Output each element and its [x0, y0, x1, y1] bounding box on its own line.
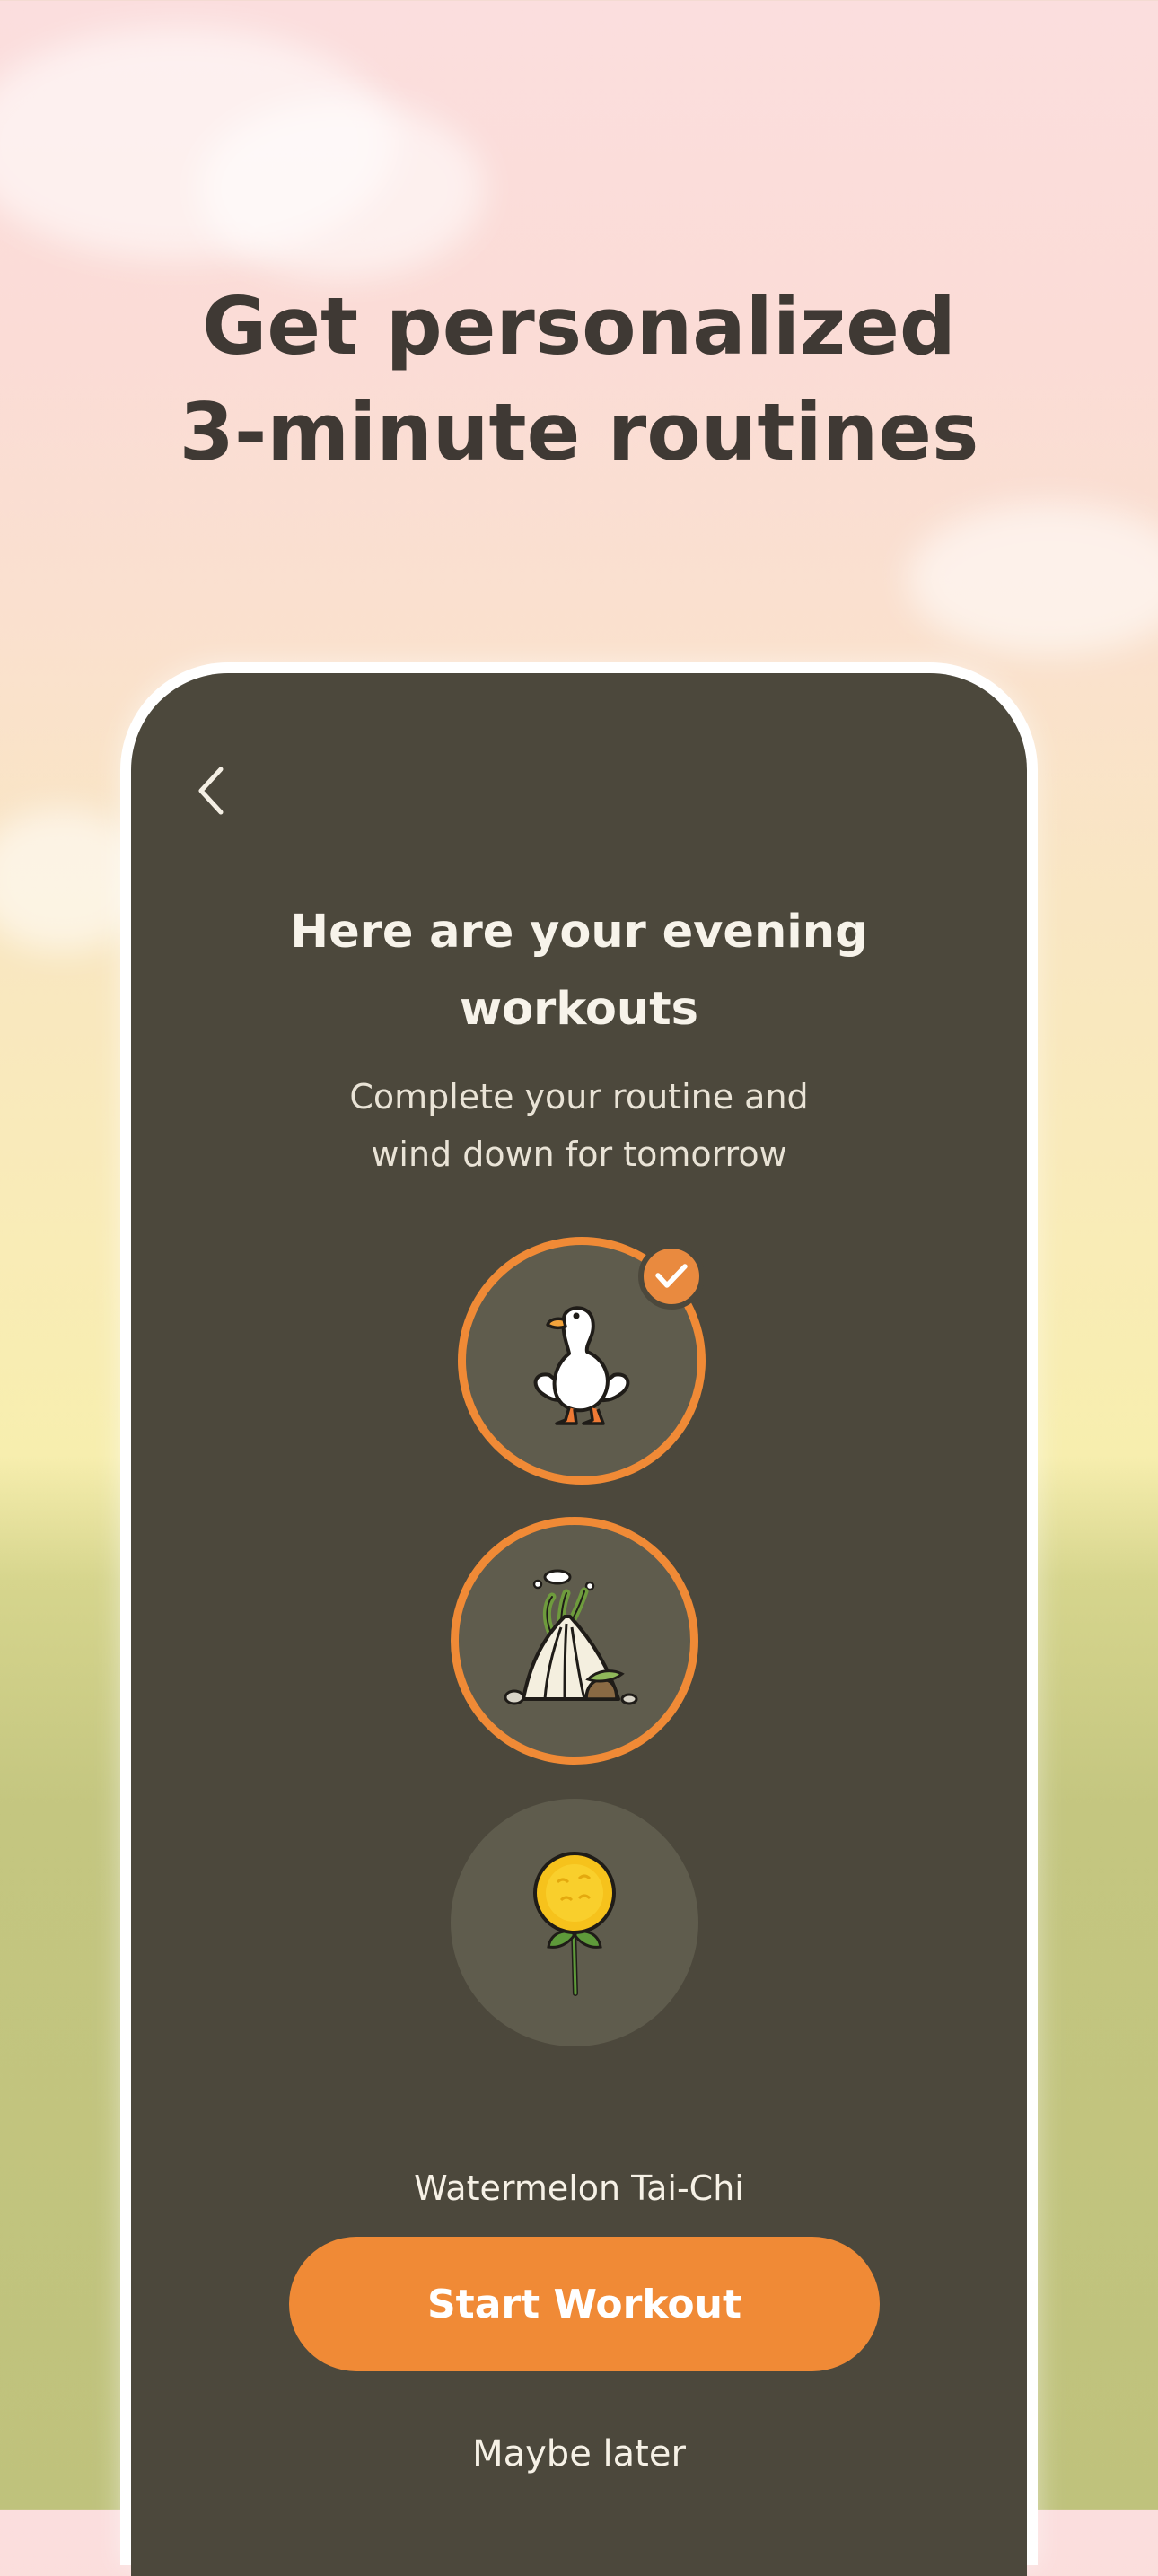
screen-title-line-2: workouts	[460, 983, 698, 1036]
phone-mockup: Here are your evening workouts Complete …	[120, 662, 1038, 2576]
workout-circle-flower[interactable]	[451, 1799, 698, 2046]
check-icon	[655, 1264, 688, 1288]
start-workout-button[interactable]: Start Workout	[289, 2237, 880, 2371]
maybe-later-link[interactable]: Maybe later	[131, 2429, 1027, 2479]
headline-line-1: Get personalized	[202, 280, 956, 372]
screen-subtitle-line-2: wind down for tomorrow	[371, 1135, 787, 1174]
background-cloud	[197, 99, 485, 278]
headline-line-2: 3-minute routines	[179, 386, 979, 478]
hut-icon	[504, 1569, 638, 1705]
back-button[interactable]	[180, 759, 242, 822]
duck-icon	[533, 1306, 630, 1425]
dandelion-flower-icon	[533, 1852, 616, 1996]
page-headline: Get personalized 3-minute routines	[0, 274, 1158, 486]
phone-screen: Here are your evening workouts Complete …	[131, 673, 1027, 2576]
routine-name: Watermelon Tai-Chi	[414, 2169, 744, 2208]
screen-title-line-1: Here are your evening	[290, 906, 868, 959]
screen-subtitle: Complete your routine and wind down for …	[131, 1068, 1027, 1183]
chevron-left-icon	[198, 767, 224, 815]
workout-circle-hut[interactable]	[451, 1517, 698, 1765]
workout-circle-duck[interactable]	[458, 1237, 706, 1485]
background-cloud	[907, 503, 1158, 655]
screen-title: Here are your evening workouts	[131, 894, 1027, 1048]
completed-badge	[638, 1243, 705, 1310]
screen-subtitle-line-1: Complete your routine and	[349, 1077, 809, 1117]
